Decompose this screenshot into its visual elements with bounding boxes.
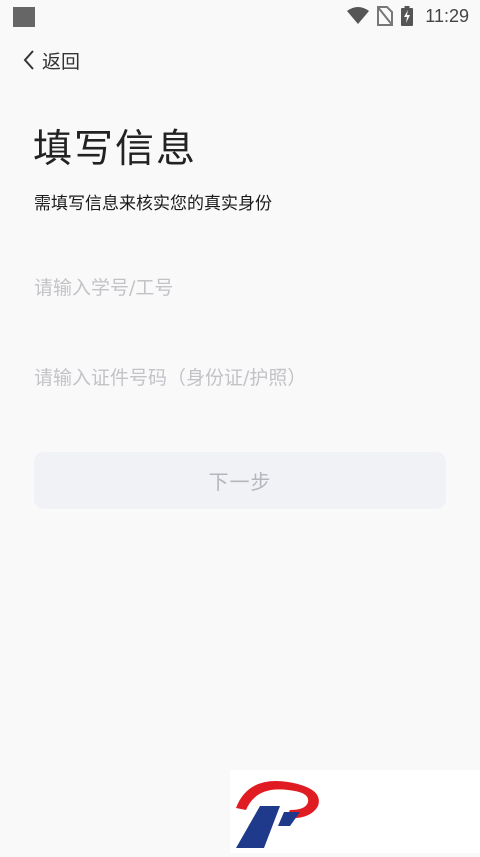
page-title: 填写信息 xyxy=(33,127,198,172)
logo-icon xyxy=(236,781,319,848)
watermark xyxy=(230,770,480,853)
status-bar: 11:29 xyxy=(0,0,480,32)
notification-icon xyxy=(13,7,35,27)
no-sim-icon xyxy=(377,6,394,26)
next-button[interactable]: 下一步 xyxy=(34,452,446,509)
student-id-input[interactable] xyxy=(34,266,446,310)
status-time: 11:29 xyxy=(425,5,469,26)
battery-charging-icon xyxy=(401,6,414,26)
back-label: 返回 xyxy=(42,50,81,73)
status-icons: 11:29 xyxy=(347,4,469,28)
chevron-left-icon xyxy=(23,50,34,70)
back-button[interactable]: 返回 xyxy=(22,44,80,76)
wifi-icon xyxy=(347,7,370,24)
page-subtitle: 需填写信息来核实您的真实身份 xyxy=(34,194,272,214)
id-document-input[interactable] xyxy=(34,356,446,400)
